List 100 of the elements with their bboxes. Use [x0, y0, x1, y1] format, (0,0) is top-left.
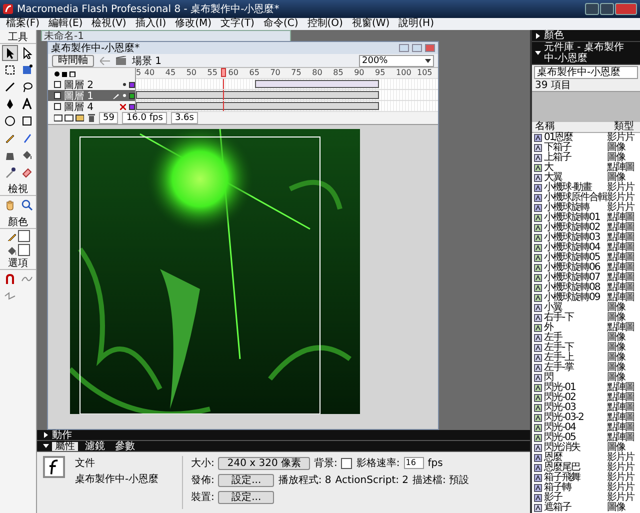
zoom-dropdown[interactable]: 200%: [359, 54, 434, 66]
playhead-handle[interactable]: [220, 68, 226, 77]
visibility-dot-icon[interactable]: [123, 94, 126, 97]
menu-item[interactable]: 編輯(E): [48, 18, 83, 30]
timeline-button[interactable]: 時間軸: [52, 54, 94, 66]
frame-number: 5: [136, 68, 142, 77]
menu-item[interactable]: 文字(T): [220, 18, 254, 30]
scene-label: 場景 1: [132, 54, 162, 68]
menu-item[interactable]: 命令(C): [263, 18, 298, 30]
maximize-button[interactable]: [600, 3, 614, 15]
library-item[interactable]: 恩麼 影片片: [532, 453, 640, 463]
library-item[interactable]: 大翼 圖像: [532, 173, 640, 183]
eraser-icon: [20, 166, 32, 178]
layer-row[interactable]: 圖層 4: [48, 101, 136, 112]
library-item[interactable]: 上箱子 圖像: [532, 153, 640, 163]
library-item[interactable]: 小機球旋轉 影片片: [532, 203, 640, 213]
expand-arrow-icon[interactable]: [43, 432, 49, 438]
library-item[interactable]: 左手-上 圖像: [532, 353, 640, 363]
settings-button[interactable]: 設定...: [218, 474, 274, 486]
panel-tab[interactable]: 濾鏡: [82, 442, 108, 450]
layer-row[interactable]: 圖層 2: [48, 79, 136, 90]
library-item[interactable]: 小機球旋轉08 點陣圖: [532, 283, 640, 293]
background-color-swatch[interactable]: [341, 458, 352, 468]
hand-icon: [4, 199, 16, 211]
library-item[interactable]: 01恩麼 影片片: [532, 133, 640, 143]
library-item[interactable]: 小機球旋轉04 點陣圖: [532, 243, 640, 253]
menu-item[interactable]: 插入(I): [135, 18, 166, 30]
library-item[interactable]: 小機球旋轉05 點陣圖: [532, 253, 640, 263]
frame-number: 45: [165, 68, 176, 77]
visibility-dot-icon[interactable]: [123, 83, 126, 86]
unit-label: fps: [428, 458, 443, 468]
panel-tab[interactable]: 屬性: [52, 442, 78, 450]
movie-clip-icon: [534, 494, 542, 502]
panel-title: 選項: [0, 258, 36, 270]
menu-item[interactable]: 修改(M): [175, 18, 212, 30]
library-item[interactable]: 左手 圖像: [532, 333, 640, 343]
fill-color-swatch[interactable]: [18, 244, 30, 256]
library-item[interactable]: 小機球旋轉03 點陣圖: [532, 233, 640, 243]
library-item[interactable]: 遮箱子 圖像: [532, 503, 640, 513]
settings-button[interactable]: 設定...: [218, 490, 274, 504]
movie-clip-icon: [534, 194, 542, 202]
library-item[interactable]: 小機球旋轉02 點陣圖: [532, 223, 640, 233]
add-layer-icons[interactable]: [54, 114, 84, 122]
library-item[interactable]: 閃光-01 點陣圖: [532, 383, 640, 393]
minimize-button[interactable]: [585, 3, 599, 15]
library-item[interactable]: 小機球旋轉09 點陣圖: [532, 293, 640, 303]
frame-number: 60: [228, 68, 238, 77]
library-item[interactable]: 閃光-05 點陣圖: [532, 433, 640, 443]
layer-row[interactable]: 圖層 1: [48, 90, 136, 101]
size-button[interactable]: 240 x 320 像素: [218, 456, 310, 470]
library-item[interactable]: 閃光消失 圖像: [532, 443, 640, 453]
bitmap-icon: [534, 164, 542, 172]
bitmap-icon: [534, 244, 542, 252]
library-item[interactable]: 恩麼尾巴 影片片: [532, 463, 640, 473]
graphic-symbol-icon: [534, 314, 542, 322]
library-item[interactable]: 小機球旋轉01 點陣圖: [532, 213, 640, 223]
library-item[interactable]: 閃光-04 點陣圖: [532, 423, 640, 433]
menu-item[interactable]: 檔案(F): [6, 18, 40, 30]
library-dropdown[interactable]: 桌布製作中-小恩麼: [534, 66, 638, 79]
bitmap-icon: [534, 434, 542, 442]
frame-rate-field[interactable]: 16: [404, 457, 424, 469]
movie-clip-icon: [534, 464, 542, 472]
expand-arrow-icon[interactable]: [43, 443, 49, 449]
tool-button[interactable]: [2, 45, 18, 61]
actionscript-version: ActionScript: 2: [335, 474, 409, 486]
library-item[interactable]: 小機球旋轉06 點陣圖: [532, 263, 640, 273]
outline-color-swatch[interactable]: [129, 92, 135, 98]
menu-item[interactable]: 控制(O): [307, 18, 343, 30]
column-header[interactable]: 類型: [614, 122, 634, 132]
library-item[interactable]: 下箱子 圖像: [532, 143, 640, 153]
expand-arrow-icon[interactable]: [535, 32, 541, 38]
library-item[interactable]: 閃光-03-2 點陣圖: [532, 413, 640, 423]
menu-item[interactable]: 視窗(W): [352, 18, 390, 30]
library-item[interactable]: 大 點陣圖: [532, 163, 640, 173]
trash-icon[interactable]: [88, 114, 95, 122]
library-item[interactable]: 閃光-03 點陣圖: [532, 403, 640, 413]
paint-bucket-icon: [6, 245, 16, 255]
menu-item[interactable]: 說明(H): [398, 18, 434, 30]
library-item[interactable]: 影子 影片片: [532, 493, 640, 503]
expand-arrow-icon[interactable]: [535, 50, 541, 56]
frame-number: 95: [375, 68, 386, 77]
library-item[interactable]: 小翼 圖像: [532, 303, 640, 313]
outline-color-swatch[interactable]: [129, 104, 135, 110]
panel-title: 顏色: [0, 217, 36, 229]
library-item[interactable]: 右手-下 圖像: [532, 313, 640, 323]
library-item[interactable]: 小機球原件合輯影片片: [532, 193, 640, 203]
hidden-x-icon[interactable]: [120, 104, 126, 110]
library-item[interactable]: 外 點陣圖: [532, 323, 640, 333]
library-item[interactable]: 左手-掌 圖像: [532, 363, 640, 373]
library-item[interactable]: 閃 圖像: [532, 373, 640, 383]
library-item[interactable]: 閃光-02 點陣圖: [532, 393, 640, 403]
library-item[interactable]: 小機球-動畫 影片片: [532, 183, 640, 193]
outline-color-swatch[interactable]: [129, 82, 135, 88]
menu-item[interactable]: 檢視(V): [92, 18, 126, 30]
panel-tab[interactable]: 參數: [112, 442, 138, 450]
library-item[interactable]: 箱子飛舞 影片片: [532, 473, 640, 483]
library-item[interactable]: 箱子轉 影片片: [532, 483, 640, 493]
stroke-color-swatch[interactable]: [18, 230, 30, 242]
library-item[interactable]: 小機球旋轉07 點陣圖: [532, 273, 640, 283]
library-item[interactable]: 左手-下 圖像: [532, 343, 640, 353]
